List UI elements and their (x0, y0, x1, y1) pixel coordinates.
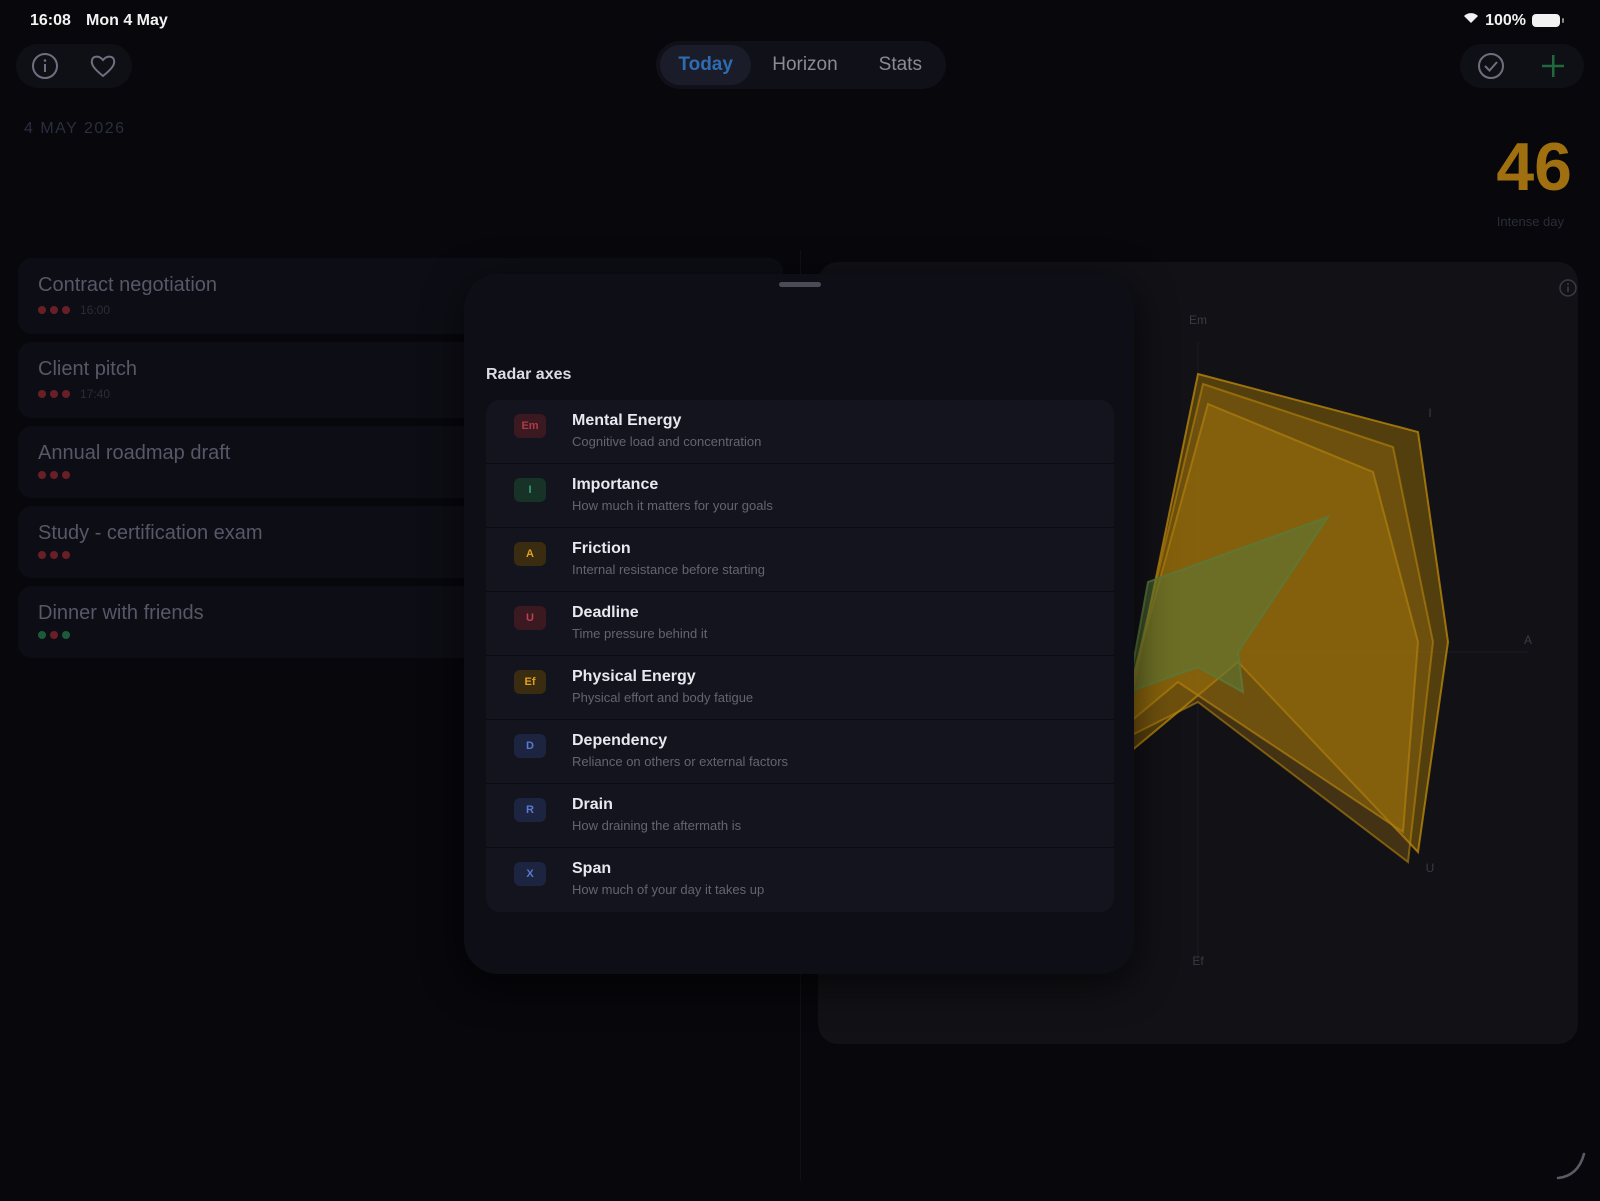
info-button[interactable] (27, 48, 63, 84)
intensity-dot (50, 306, 58, 314)
axis-name: Deadline (572, 604, 639, 621)
day-score: 46 (1496, 129, 1572, 205)
axis-list: Em Mental Energy Cognitive load and conc… (486, 400, 1114, 912)
radar-axis-label: I (1428, 406, 1431, 420)
intensity-dot (38, 631, 46, 639)
axis-name: Dependency (572, 732, 668, 749)
intensity-dot (62, 631, 70, 639)
axis-description: Reliance on others or external factors (572, 754, 789, 769)
intensity-dot (50, 471, 58, 479)
plus-icon (1542, 55, 1564, 77)
radar-axes-sheet: Radar axes Em Mental Energy Cognitive lo… (464, 274, 1134, 974)
top-left-toolbar (16, 44, 132, 88)
tab-today[interactable]: Today (660, 45, 752, 85)
axis-name: Span (572, 860, 612, 877)
sheet-title: Radar axes (486, 366, 572, 383)
battery-icon (1532, 14, 1564, 27)
radar-axis-label: Ef (1192, 954, 1204, 968)
intensity-dot (50, 390, 58, 398)
axis-description: Physical effort and body fatigue (572, 690, 754, 705)
radar-axis-label: A (1524, 633, 1532, 647)
checkmark-circle-icon (1478, 53, 1504, 79)
intensity-dot (62, 471, 70, 479)
axis-row: X Span How much of your day it takes up (486, 848, 1114, 912)
intensity-dot (50, 551, 58, 559)
axis-description: How much it matters for your goals (572, 498, 773, 513)
heart-icon (90, 55, 116, 78)
axis-row: Em Mental Energy Cognitive load and conc… (486, 400, 1114, 464)
axis-description: How draining the aftermath is (572, 818, 742, 833)
intensity-dot (62, 551, 70, 559)
status-bar: 16:08 Mon 4 May 100% (0, 0, 1600, 40)
status-date: Mon 4 May (86, 12, 168, 29)
tab-stats[interactable]: Stats (859, 45, 942, 85)
axis-badge: R (514, 798, 546, 822)
info-icon (1559, 279, 1577, 297)
axis-name: Drain (572, 796, 613, 813)
current-date: 4 MAY 2026 (24, 120, 126, 137)
task-time: 17:40 (80, 387, 111, 401)
info-icon (32, 53, 58, 79)
axis-badge: X (514, 862, 546, 886)
axis-row: R Drain How draining the aftermath is (486, 784, 1114, 848)
axis-row: I Importance How much it matters for you… (486, 464, 1114, 528)
axis-badge: D (514, 734, 546, 758)
top-right-toolbar (1460, 44, 1584, 88)
status-indicators: 100% (1463, 11, 1564, 30)
axis-row: Ef Physical Energy Physical effort and b… (486, 656, 1114, 720)
intensity-dot (38, 471, 46, 479)
axis-row: A Friction Internal resistance before st… (486, 528, 1114, 592)
radar-axis-label: U (1426, 861, 1435, 875)
task-time: 16:00 (80, 303, 111, 317)
intensity-dot (62, 306, 70, 314)
axis-badge: I (514, 478, 546, 502)
add-task-button[interactable] (1535, 48, 1571, 84)
axis-name: Friction (572, 540, 631, 557)
intensity-dot (38, 390, 46, 398)
axis-name: Physical Energy (572, 668, 696, 685)
radar-axis-label: Em (1189, 313, 1207, 327)
battery-percent: 100% (1485, 11, 1526, 29)
axis-badge: Ef (514, 670, 546, 694)
axis-name: Importance (572, 476, 659, 493)
day-score-caption: Intense day (1496, 214, 1564, 229)
intensity-dot (62, 390, 70, 398)
intensity-dot (50, 631, 58, 639)
status-time: 16:08 (30, 12, 71, 29)
resize-handle[interactable] (1556, 1150, 1586, 1185)
axis-badge: A (514, 542, 546, 566)
favorites-button[interactable] (85, 48, 121, 84)
axis-badge: Em (514, 414, 546, 438)
tab-horizon[interactable]: Horizon (755, 45, 854, 85)
complete-button[interactable] (1473, 48, 1509, 84)
intensity-dot (38, 306, 46, 314)
intensity-dot (38, 551, 46, 559)
axis-description: Time pressure behind it (572, 626, 708, 641)
axis-badge: U (514, 606, 546, 630)
axis-row: D Dependency Reliance on others or exter… (486, 720, 1114, 784)
axis-description: Internal resistance before starting (572, 562, 765, 577)
sheet-grabber[interactable] (779, 282, 821, 287)
axis-description: How much of your day it takes up (572, 882, 765, 897)
axis-description: Cognitive load and concentration (572, 434, 762, 449)
wifi-icon (1463, 11, 1479, 30)
axis-row: U Deadline Time pressure behind it (486, 592, 1114, 656)
resize-corner-icon (1556, 1152, 1586, 1180)
view-switcher: Today Horizon Stats (656, 41, 946, 89)
axis-name: Mental Energy (572, 412, 682, 429)
